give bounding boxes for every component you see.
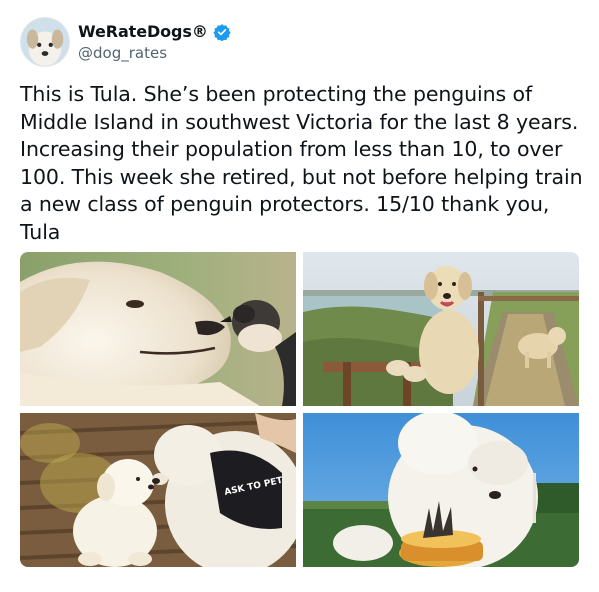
display-name[interactable]: WeRateDogs® bbox=[78, 22, 208, 41]
tweet-header: WeRateDogs® @dog_rates bbox=[20, 14, 231, 70]
dog-with-penguin-photo[interactable] bbox=[20, 252, 296, 406]
dog-on-boardwalk-photo[interactable] bbox=[303, 252, 579, 406]
avatar[interactable] bbox=[20, 17, 70, 67]
media-grid: ASK TO PET bbox=[20, 252, 579, 567]
verified-badge-icon bbox=[213, 23, 231, 41]
dogs-nose-to-nose-photo[interactable]: ASK TO PET bbox=[20, 413, 296, 567]
dog-with-cake-photo[interactable] bbox=[303, 413, 579, 567]
dog-avatar-icon bbox=[21, 18, 69, 66]
account-handle[interactable]: @dog_rates bbox=[78, 44, 231, 62]
tweet-text: This is Tula. She’s been protecting the … bbox=[20, 82, 583, 244]
account-names: WeRateDogs® @dog_rates bbox=[78, 22, 231, 62]
